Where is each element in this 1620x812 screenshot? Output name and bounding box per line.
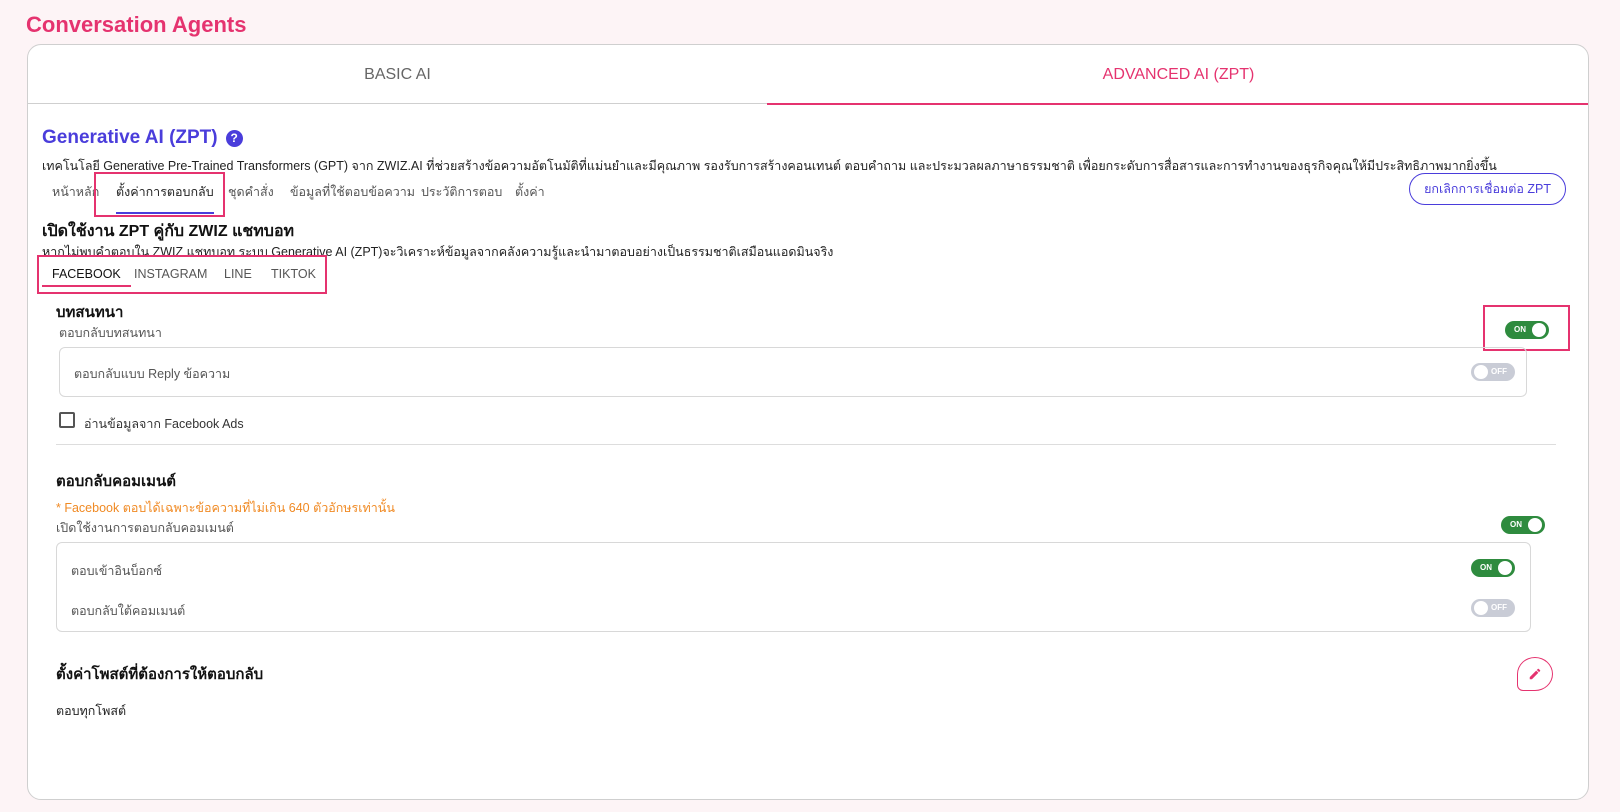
posts-title: ตั้งค่าโพสต์ที่ต้องการให้ตอบกลับ [56, 666, 264, 683]
question-circle-icon[interactable]: ? [225, 129, 243, 147]
comments-warning: * Facebook ตอบได้เฉพาะข้อความที่ไม่เกิน … [56, 501, 395, 515]
conversation-title: บทสนทนา [56, 304, 124, 321]
reply-conversation-label: ตอบกลับบทสนทนา [59, 326, 162, 340]
fb-ads-checkbox[interactable] [59, 412, 75, 428]
reply-mode-label: ตอบกลับแบบ Reply ข้อความ [74, 367, 231, 381]
enable-comments-toggle[interactable]: ON [1501, 516, 1545, 534]
tab-basic-ai[interactable]: BASIC AI [28, 45, 767, 104]
platform-tab-tiktok[interactable]: TIKTOK [261, 261, 326, 287]
inbox-reply-label: ตอบเข้าอินบ็อกซ์ [71, 564, 162, 578]
reply-mode-box: ตอบกลับแบบ Reply ข้อความ OFF [59, 347, 1527, 397]
subtab-knowledge-data[interactable]: ข้อมูลที่ใช้ตอบข้อความ [290, 173, 415, 211]
subtab-commands[interactable]: ชุดคำสั่ง [228, 173, 274, 211]
edit-posts-button[interactable] [1517, 657, 1553, 691]
subtab-settings[interactable]: ตั้งค่า [515, 173, 545, 211]
pencil-icon [1529, 668, 1541, 680]
platform-tab-facebook[interactable]: FACEBOOK [42, 261, 131, 287]
reply-mode-toggle[interactable]: OFF [1471, 363, 1515, 381]
comment-options-box: ตอบเข้าอินบ็อกซ์ ON ตอบกลับใต้คอมเมนต์ O… [56, 542, 1531, 632]
generative-title-text: Generative AI (ZPT) [42, 127, 218, 148]
subtab-reply-settings[interactable]: ตั้งค่าการตอบกลับ [116, 173, 214, 214]
reply-conversation-toggle[interactable]: ON [1505, 321, 1549, 339]
under-comment-label: ตอบกลับใต้คอมเมนต์ [71, 604, 186, 618]
fb-ads-label: อ่านข้อมูลจาก Facebook Ads [84, 417, 244, 431]
enable-zpt-title: เปิดใช้งาน ZPT คู่กับ ZWIZ แชทบอท [42, 223, 295, 240]
enable-comments-label: เปิดใช้งานการตอบกลับคอมเมนต์ [56, 521, 234, 535]
posts-value: ตอบทุกโพสต์ [56, 704, 127, 718]
main-card: BASIC AI ADVANCED AI (ZPT) Generative AI… [27, 44, 1589, 800]
disconnect-zpt-button[interactable]: ยกเลิกการเชื่อมต่อ ZPT [1409, 173, 1566, 205]
top-tabs: BASIC AI ADVANCED AI (ZPT) [28, 45, 1588, 105]
platform-tab-line[interactable]: LINE [214, 261, 262, 287]
page-title: Conversation Agents [26, 12, 247, 37]
section-divider [56, 444, 1556, 445]
subtab-home[interactable]: หน้าหลัก [52, 173, 99, 211]
platform-tab-instagram[interactable]: INSTAGRAM [124, 261, 217, 287]
enable-zpt-description: หากไม่พบคำตอบใน ZWIZ แชทบอท ระบบ Generat… [42, 245, 834, 259]
generative-title: Generative AI (ZPT) ? [42, 127, 243, 149]
inbox-reply-toggle[interactable]: ON [1471, 559, 1515, 577]
subtab-history[interactable]: ประวัติการตอบ [421, 173, 502, 211]
tab-advanced-ai[interactable]: ADVANCED AI (ZPT) [767, 45, 1588, 105]
under-comment-toggle[interactable]: OFF [1471, 599, 1515, 617]
comments-title: ตอบกลับคอมเมนต์ [56, 473, 177, 490]
